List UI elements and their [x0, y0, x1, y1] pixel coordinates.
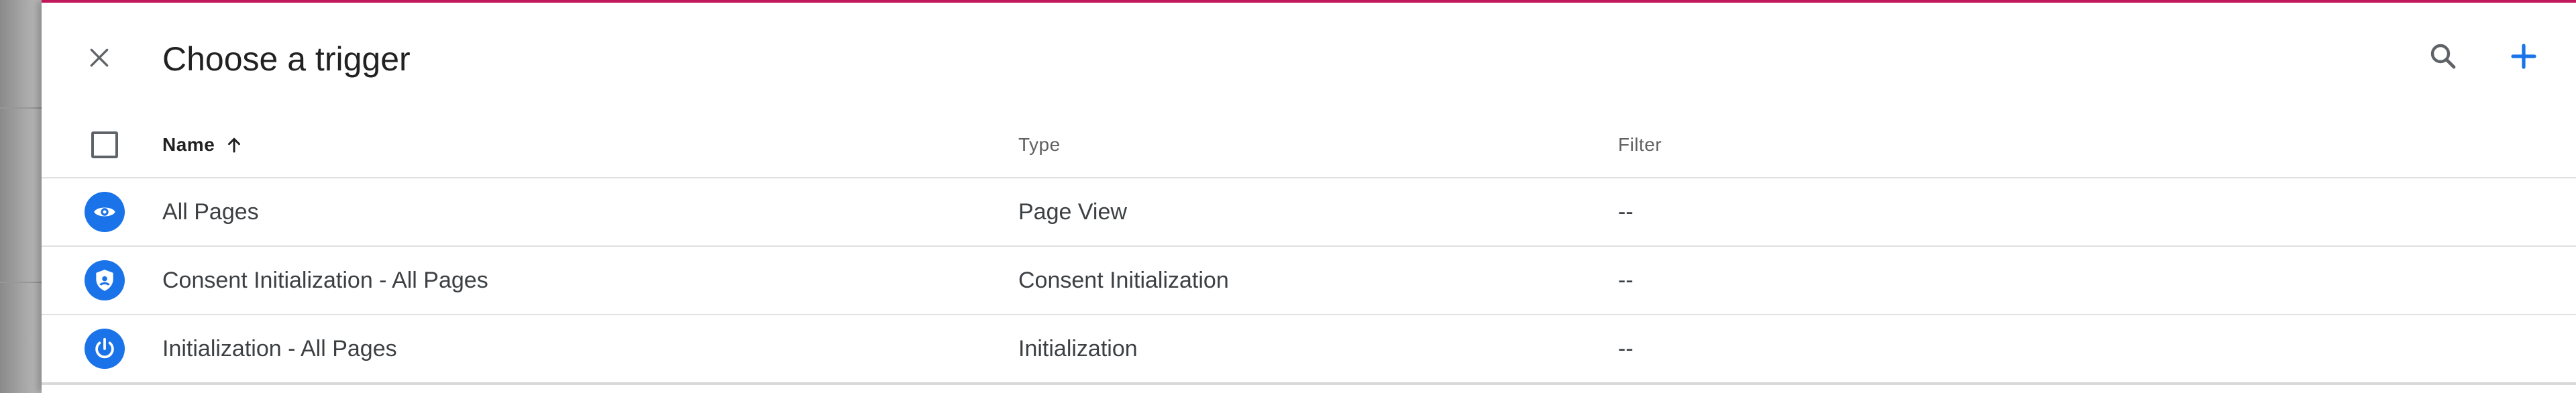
trigger-filter: --	[1618, 267, 1633, 293]
plus-icon	[2511, 44, 2536, 69]
column-name-label: Name	[162, 134, 215, 155]
column-header-filter[interactable]: Filter	[1618, 113, 1662, 177]
add-trigger-button[interactable]	[2504, 36, 2544, 76]
column-header-type[interactable]: Type	[1018, 113, 1061, 177]
trigger-type: Initialization	[1018, 335, 1138, 361]
eye-icon	[94, 207, 115, 217]
close-button[interactable]	[79, 38, 119, 78]
column-filter-label: Filter	[1618, 134, 1662, 155]
column-header-name[interactable]: Name	[162, 113, 244, 177]
trigger-type: Page View	[1018, 199, 1127, 225]
trigger-name: Consent Initialization - All Pages	[162, 267, 488, 293]
column-type-label: Type	[1018, 134, 1061, 155]
power-icon	[95, 337, 114, 359]
dialog-header: Choose a trigger	[42, 3, 2576, 110]
initialization-trigger-badge	[85, 329, 125, 369]
trigger-type: Consent Initialization	[1018, 267, 1229, 293]
page-view-trigger-badge	[85, 192, 125, 232]
close-icon	[90, 48, 109, 67]
trigger-filter: --	[1618, 199, 1633, 225]
shield-icon	[96, 270, 113, 291]
table-row[interactable]: Consent Initialization - All Pages Conse…	[42, 247, 2576, 315]
select-all-checkbox[interactable]	[91, 131, 118, 158]
consent-trigger-badge	[85, 260, 125, 300]
background-page	[0, 0, 42, 393]
table-row[interactable]: Initialization - All Pages Initializatio…	[42, 315, 2576, 385]
triggers-table: Name Type Filter All Pages Page View -- …	[42, 113, 2576, 385]
dialog-title: Choose a trigger	[162, 40, 411, 78]
search-button[interactable]	[2423, 36, 2463, 76]
select-all-cell	[85, 113, 125, 177]
table-header-row: Name Type Filter	[42, 113, 2576, 178]
trigger-name: All Pages	[162, 199, 259, 225]
table-row[interactable]: All Pages Page View --	[42, 178, 2576, 247]
search-icon	[2430, 44, 2456, 69]
arrow-up-icon	[224, 135, 244, 155]
trigger-filter: --	[1618, 335, 1633, 361]
trigger-picker-dialog: Choose a trigger Name Type Filter All Pa…	[42, 0, 2576, 393]
trigger-name: Initialization - All Pages	[162, 335, 397, 361]
app-root: Choose a trigger Name Type Filter All Pa…	[0, 0, 2576, 393]
